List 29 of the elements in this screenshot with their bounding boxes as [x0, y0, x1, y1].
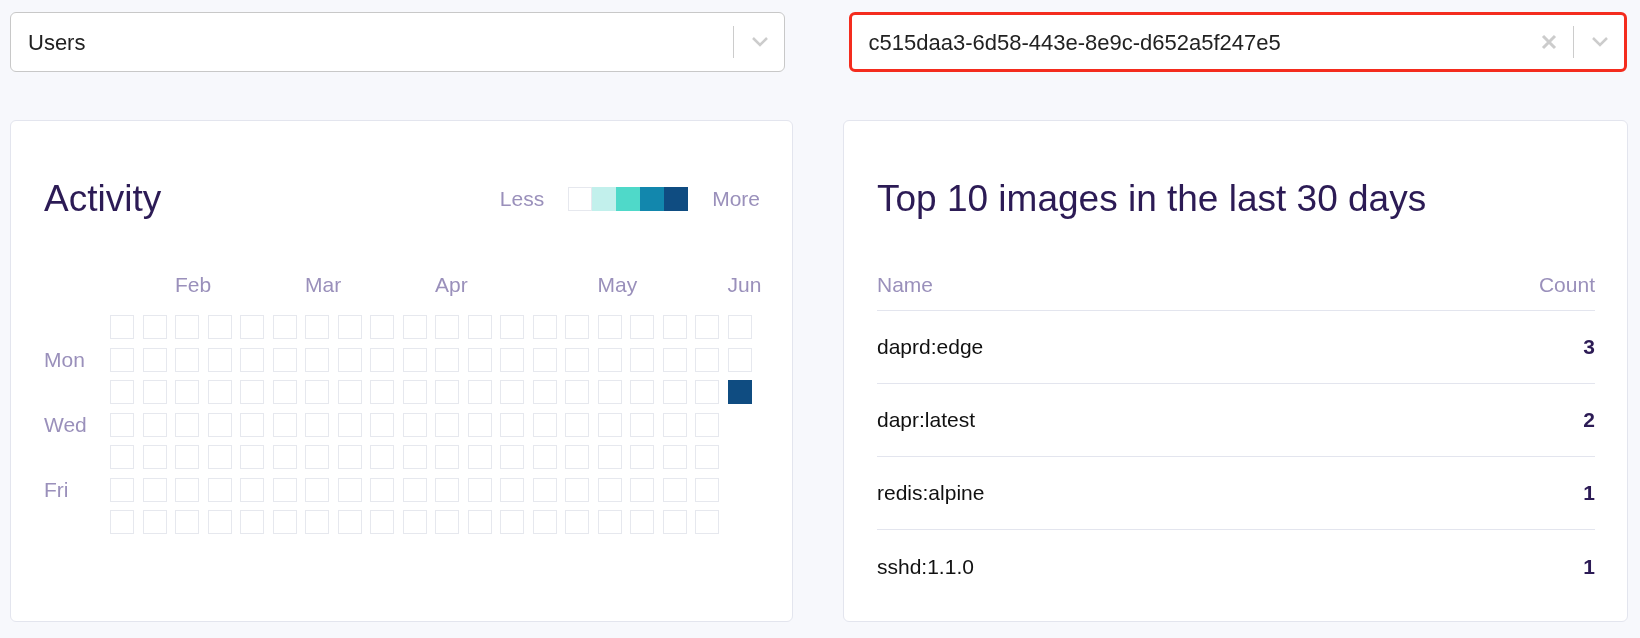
clear-icon[interactable] [1541, 34, 1557, 50]
select-value: Users [28, 28, 87, 57]
day-label: Mon [44, 348, 85, 370]
column-header: Count [1538, 271, 1595, 298]
select-value: c515daa3-6d58-443e-8e9c-d652a5f247e5 [868, 28, 1282, 57]
month-label: Feb [175, 271, 212, 298]
chevron-down-icon[interactable] [1590, 36, 1610, 48]
month-label: Mar [305, 271, 342, 298]
card-title: Top 10 images in the last 30 days [877, 177, 1428, 221]
month-label: May [597, 271, 638, 298]
table-cell-text: 1 [1583, 553, 1595, 580]
select-field[interactable]: Users [10, 12, 785, 72]
table-cell-text: 2 [1583, 407, 1595, 434]
month-label: Jun [727, 271, 762, 298]
table-cell-text: 1 [1583, 480, 1595, 507]
select-field[interactable]: c515daa3-6d58-443e-8e9c-d652a5f247e5 [848, 12, 1627, 72]
day-label: Wed [44, 413, 87, 435]
month-label: Apr [435, 271, 468, 298]
legend-label: More [712, 186, 760, 212]
legend-label: Less [499, 186, 545, 212]
chevron-down-icon[interactable] [749, 36, 770, 48]
table-cell-text: dapr:latest [877, 407, 977, 434]
column-header: Name [877, 271, 935, 298]
day-label: Fri [44, 478, 69, 500]
table-cell-text: sshd:1.1.0 [877, 553, 975, 580]
table-cell-text: daprd:edge [877, 334, 985, 361]
card-title: Activity [44, 177, 163, 221]
table-cell-text: 3 [1583, 334, 1595, 361]
table-cell-text: redis:alpine [877, 480, 986, 507]
